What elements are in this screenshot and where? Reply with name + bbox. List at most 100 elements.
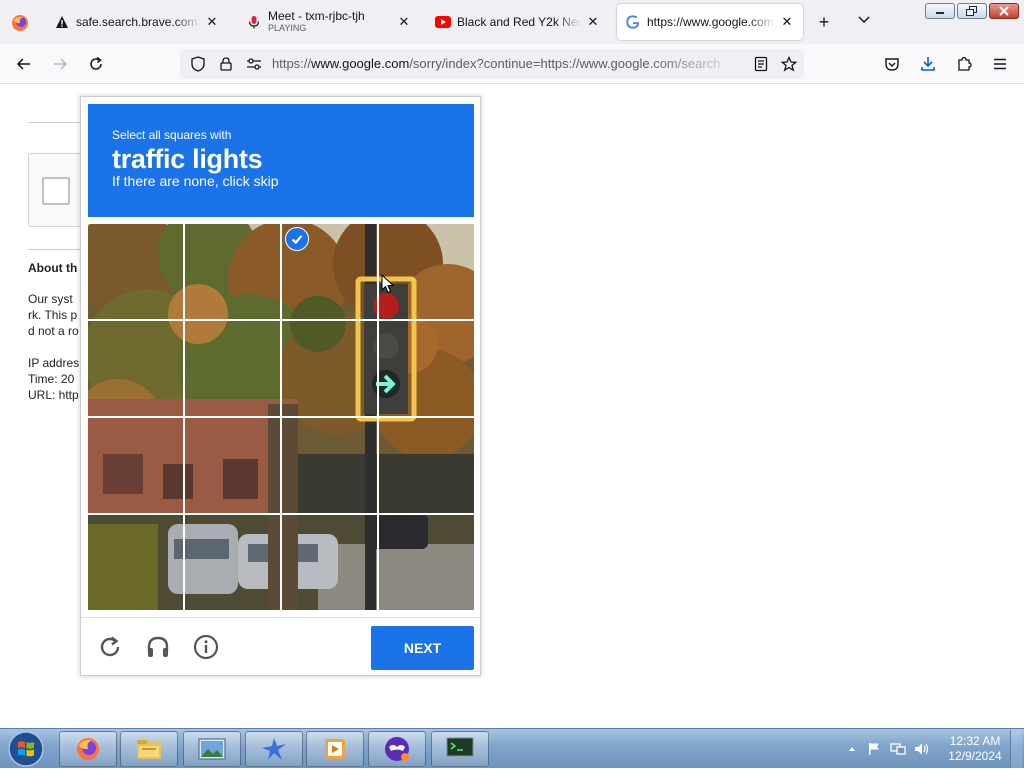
photo-viewer-icon	[198, 738, 226, 760]
challenge-tile[interactable]	[282, 321, 377, 416]
pocket-button[interactable]	[880, 52, 904, 76]
forward-button[interactable]	[48, 52, 72, 76]
challenge-tile[interactable]	[379, 418, 474, 513]
minimize-icon	[936, 12, 944, 14]
tile-image	[379, 224, 474, 319]
system-clock[interactable]: 12:32 AM 12/9/2024	[940, 734, 1010, 764]
close-tab-icon[interactable]: ✕	[204, 14, 220, 30]
recaptcha-widget[interactable]	[28, 153, 88, 227]
challenge-tile[interactable]	[379, 515, 474, 610]
reload-challenge-button[interactable]	[97, 634, 123, 660]
tile-image	[88, 418, 183, 513]
challenge-tile[interactable]	[185, 418, 280, 513]
url-scheme: https://	[272, 56, 312, 71]
reader-view-icon[interactable]	[753, 56, 769, 72]
tile-image	[185, 515, 280, 610]
action-center-flag-icon[interactable]	[866, 741, 882, 757]
next-button[interactable]: NEXT	[371, 626, 474, 670]
show-hidden-icons-button[interactable]	[844, 741, 860, 757]
close-tab-icon[interactable]: ✕	[779, 14, 795, 30]
explanation-line: d not a ro	[28, 324, 79, 338]
clock-date: 12/9/2024	[948, 749, 1002, 763]
audio-challenge-button[interactable]	[145, 634, 171, 660]
navigation-toolbar: https://www.google.com/sorry/index?conti…	[0, 44, 1024, 84]
chevron-up-icon	[849, 747, 855, 751]
back-button[interactable]	[12, 52, 36, 76]
challenge-tile[interactable]	[282, 224, 377, 319]
tile-image	[379, 321, 474, 416]
list-all-tabs-button[interactable]	[854, 12, 874, 32]
network-icon[interactable]	[890, 741, 906, 757]
taskbar-app-button[interactable]	[59, 731, 117, 767]
taskbar-app-button[interactable]	[245, 731, 303, 767]
tab-strip: safe.search.brave.com:8080 ✕ Meet - txm-…	[0, 0, 1024, 44]
reload-button[interactable]	[84, 52, 108, 76]
show-desktop-button[interactable]	[1010, 730, 1022, 768]
close-window-button[interactable]	[989, 3, 1019, 19]
downloads-button[interactable]	[916, 52, 940, 76]
tile-image	[185, 224, 280, 319]
challenge-tile[interactable]	[282, 418, 377, 513]
url-text[interactable]: https://www.google.com/sorry/index?conti…	[272, 56, 742, 72]
system-tray: 12:32 AM 12/9/2024	[840, 729, 1024, 769]
help-button[interactable]	[193, 634, 219, 660]
challenge-tile[interactable]	[379, 321, 474, 416]
recaptcha-checkbox[interactable]	[42, 177, 70, 205]
tab-title: Meet - txm-rjbc-tjh	[268, 10, 365, 23]
challenge-tile[interactable]	[88, 418, 183, 513]
challenge-image-grid	[88, 224, 474, 610]
taskbar-app-button[interactable]	[183, 731, 241, 767]
close-tab-icon[interactable]: ✕	[585, 14, 601, 30]
tab-meet[interactable]: Meet - txm-rjbc-tjh PLAYING ✕	[238, 4, 420, 40]
firefox-icon[interactable]	[11, 14, 29, 32]
challenge-tile[interactable]	[88, 224, 183, 319]
clock-time: 12:32 AM	[949, 734, 1001, 748]
tab-title: safe.search.brave.com:8080	[76, 15, 200, 29]
minimize-button[interactable]	[925, 3, 955, 19]
close-tab-icon[interactable]: ✕	[396, 14, 412, 30]
tile-image	[379, 418, 474, 513]
taskbar-app-button[interactable]	[431, 731, 489, 767]
mouse-cursor-icon	[381, 273, 395, 294]
lock-icon[interactable]	[218, 56, 234, 72]
challenge-tile[interactable]	[88, 321, 183, 416]
challenge-tile[interactable]	[379, 224, 474, 319]
windows-taskbar: 12:32 AM 12/9/2024	[0, 728, 1024, 768]
tile-image	[282, 321, 377, 416]
microphone-icon	[246, 14, 262, 30]
forward-arrow-icon	[54, 58, 68, 70]
bookmark-star-icon[interactable]	[781, 56, 797, 72]
address-bar[interactable]: https://www.google.com/sorry/index?conti…	[180, 49, 804, 79]
site-permissions-icon[interactable]	[246, 56, 262, 72]
download-icon	[921, 57, 935, 71]
restore-icon	[966, 6, 977, 16]
taskbar-app-button[interactable]	[120, 731, 178, 767]
challenge-hint: If there are none, click skip	[112, 173, 279, 189]
back-arrow-icon	[16, 58, 30, 70]
tab-brave-search[interactable]: safe.search.brave.com:8080 ✕	[46, 4, 228, 40]
new-tab-button[interactable]: +	[814, 12, 834, 32]
challenge-tile[interactable]	[185, 224, 280, 319]
challenge-tile[interactable]	[282, 515, 377, 610]
hamburger-menu-icon	[994, 58, 1006, 70]
restore-button[interactable]	[957, 3, 987, 19]
start-button[interactable]	[4, 730, 48, 768]
extensions-button[interactable]	[952, 52, 976, 76]
tab-google[interactable]: https://www.google.com ✕	[617, 4, 803, 40]
tile-image	[379, 515, 474, 610]
volume-icon[interactable]	[914, 741, 930, 757]
challenge-tile[interactable]	[88, 515, 183, 610]
challenge-tile[interactable]	[185, 321, 280, 416]
tile-image	[282, 515, 377, 610]
tile-image	[282, 418, 377, 513]
challenge-tile[interactable]	[185, 515, 280, 610]
chevron-down-icon	[858, 16, 870, 24]
app-menu-button[interactable]	[988, 52, 1012, 76]
tracking-protection-shield-icon[interactable]	[190, 56, 206, 72]
taskbar-app-button[interactable]	[306, 731, 364, 767]
taskbar-app-button[interactable]	[368, 731, 426, 767]
bird-app-icon	[260, 736, 288, 762]
tab-youtube[interactable]: Black and Red Y2k Neon ✕	[427, 4, 609, 40]
time-label: Time: 20	[28, 372, 75, 386]
privacy-browser-icon	[383, 735, 411, 763]
